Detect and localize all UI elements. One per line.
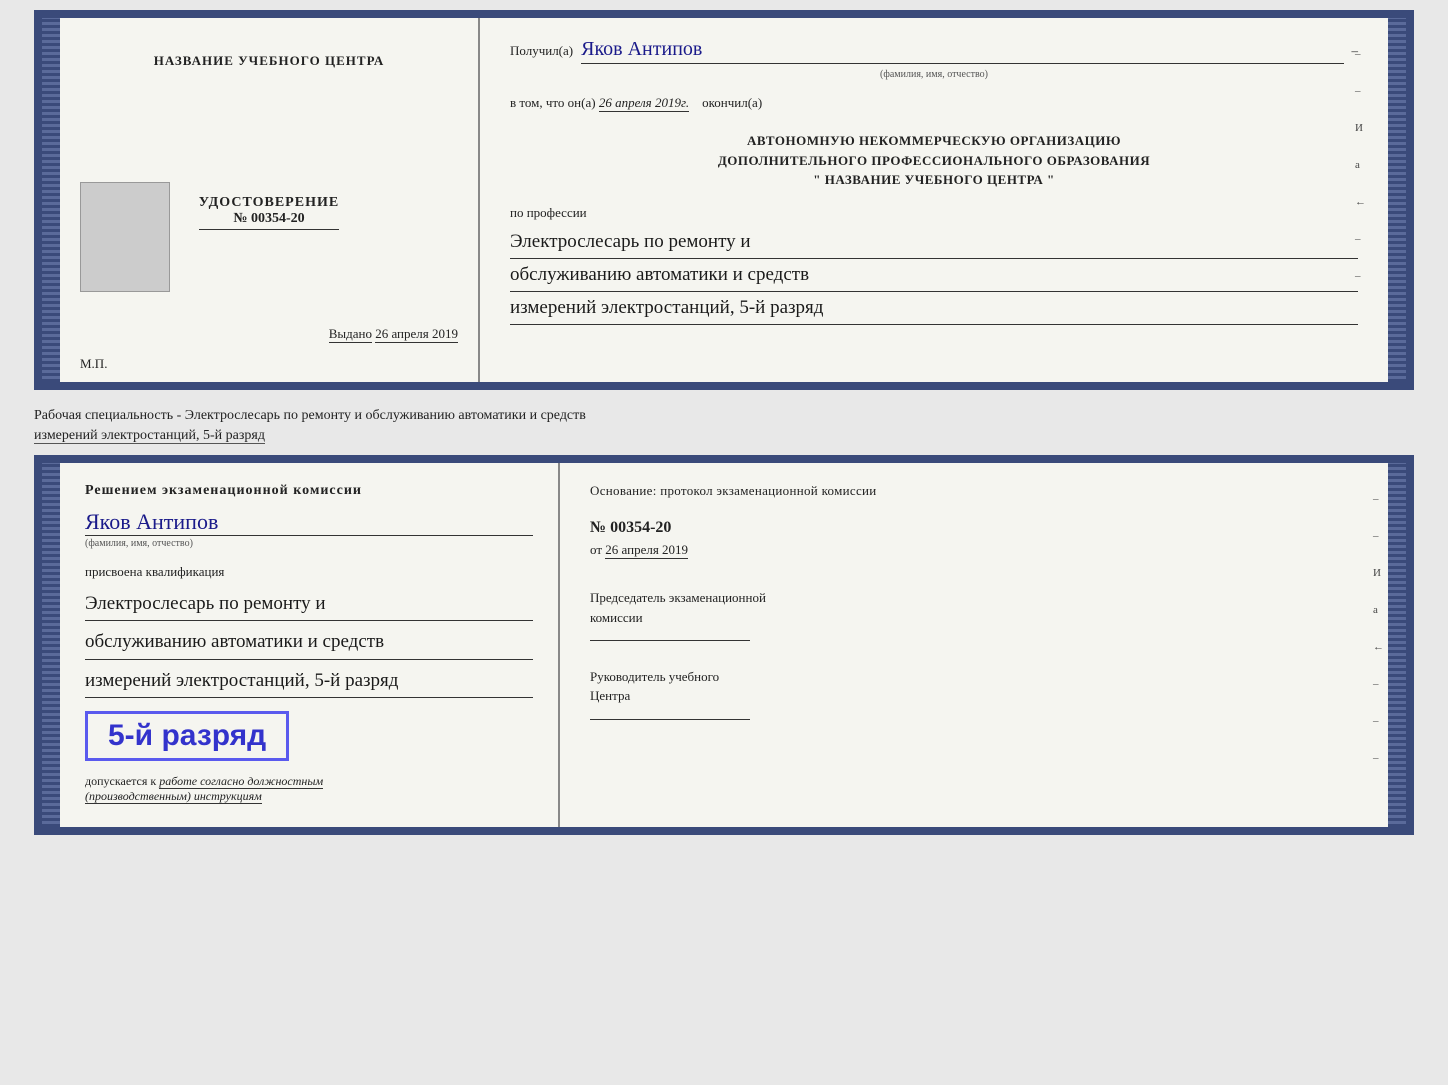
bottom-left-page: Решением экзаменационной комиссии Яков А… bbox=[60, 463, 560, 827]
profession-line2: обслуживанию автоматики и средств bbox=[510, 259, 1358, 292]
udostoverenie-number: № 00354-20 bbox=[199, 211, 339, 230]
recipient-line: Получил(а) Яков Антипов – bbox=[510, 38, 1358, 64]
head-subtitle: Центра bbox=[590, 686, 1358, 706]
fio-hint: (фамилия, имя, отчество) bbox=[510, 69, 1358, 80]
bottom-book: Решением экзаменационной комиссии Яков А… bbox=[34, 455, 1414, 835]
date-prefix: от bbox=[590, 542, 602, 557]
date-suffix: окончил(а) bbox=[702, 95, 762, 110]
udostoverenie-title: УДОСТОВЕРЕНИЕ bbox=[199, 195, 339, 211]
head-signature-line bbox=[590, 719, 750, 720]
bottom-spine-left bbox=[42, 463, 60, 827]
specialty-main: Рабочая специальность - Электрослесарь п… bbox=[34, 408, 586, 423]
profession-line3: измерений электростанций, 5-й разряд bbox=[510, 292, 1358, 325]
org-line3: " НАЗВАНИЕ УЧЕБНОГО ЦЕНТРА " bbox=[510, 170, 1358, 190]
cert-spine-left bbox=[42, 18, 60, 382]
decision-text: Решением экзаменационной комиссии bbox=[85, 483, 533, 499]
vydano-label: Выдано bbox=[329, 326, 372, 343]
recipient-label: Получил(а) bbox=[510, 43, 573, 59]
chairman-block: Председатель экзаменационной комиссии bbox=[590, 588, 1358, 647]
certificate-book: НАЗВАНИЕ УЧЕБНОГО ЦЕНТРА УДОСТОВЕРЕНИЕ №… bbox=[34, 10, 1414, 390]
protocol-date: от 26 апреля 2019 bbox=[590, 542, 1358, 558]
qualification-line1: Электрослесарь по ремонту и bbox=[85, 588, 533, 621]
person-name: Яков Антипов bbox=[85, 509, 533, 536]
profession-line1: Электрослесарь по ремонту и bbox=[510, 226, 1358, 259]
cert-vydano: Выдано 26 апреля 2019 bbox=[329, 326, 458, 342]
bottom-spine-right bbox=[1388, 463, 1406, 827]
cert-udostoverenie: УДОСТОВЕРЕНИЕ № 00354-20 bbox=[199, 195, 339, 230]
qualification-line3: измерений электростанций, 5-й разряд bbox=[85, 665, 533, 698]
specialty-secondary: измерений электростанций, 5-й разряд bbox=[34, 428, 265, 444]
допускается-main: работе согласно должностным bbox=[159, 774, 323, 789]
cert-date-line: в том, что он(а) 26 апреля 2019г. окончи… bbox=[510, 95, 1358, 111]
protocol-number: № 00354-20 bbox=[590, 519, 1358, 537]
side-marks: – – И а ← – – bbox=[1355, 48, 1366, 282]
chairman-signature-line bbox=[590, 640, 750, 641]
chairman-subtitle: комиссии bbox=[590, 608, 1358, 628]
date-value: 26 апреля 2019г. bbox=[599, 95, 689, 112]
допускается-prefix: допускается к bbox=[85, 774, 156, 788]
head-block: Руководитель учебного Центра bbox=[590, 667, 1358, 726]
cert-spine-right bbox=[1388, 18, 1406, 382]
razryad-badge: 5-й разряд bbox=[85, 711, 289, 761]
recipient-name: Яков Антипов bbox=[581, 38, 1343, 64]
bottom-side-marks: – – И а ← – – – bbox=[1373, 493, 1384, 764]
document-container: НАЗВАНИЕ УЧЕБНОГО ЦЕНТРА УДОСТОВЕРЕНИЕ №… bbox=[34, 10, 1414, 835]
osnovaniye-text: Основание: протокол экзаменационной коми… bbox=[590, 483, 1358, 499]
profession-label: по профессии bbox=[510, 205, 1358, 221]
specialty-text: Рабочая специальность - Электрослесарь п… bbox=[34, 398, 1414, 447]
bottom-right-page: Основание: протокол экзаменационной коми… bbox=[560, 463, 1388, 827]
cert-left-page: НАЗВАНИЕ УЧЕБНОГО ЦЕНТРА УДОСТОВЕРЕНИЕ №… bbox=[60, 18, 480, 382]
инструкциям: (производственным) инструкциям bbox=[85, 789, 262, 804]
date-prefix: в том, что он(а) bbox=[510, 95, 596, 110]
vydano-date: 26 апреля 2019 bbox=[375, 326, 458, 343]
date-value: 26 апреля 2019 bbox=[605, 542, 688, 559]
chairman-title: Председатель экзаменационной bbox=[590, 588, 1358, 608]
training-center-label: НАЗВАНИЕ УЧЕБНОГО ЦЕНТРА bbox=[154, 53, 385, 69]
qualification-label: присвоена квалификация bbox=[85, 564, 533, 580]
photo-placeholder bbox=[80, 182, 170, 292]
mp-label: М.П. bbox=[80, 356, 107, 372]
org-line2: ДОПОЛНИТЕЛЬНОГО ПРОФЕССИОНАЛЬНОГО ОБРАЗО… bbox=[510, 151, 1358, 171]
qualification-line2: обслуживанию автоматики и средств bbox=[85, 626, 533, 659]
fio-hint2: (фамилия, имя, отчество) bbox=[85, 538, 533, 549]
org-line1: АВТОНОМНУЮ НЕКОММЕРЧЕСКУЮ ОРГАНИЗАЦИЮ bbox=[510, 131, 1358, 151]
cert-main-text: АВТОНОМНУЮ НЕКОММЕРЧЕСКУЮ ОРГАНИЗАЦИЮ ДО… bbox=[510, 131, 1358, 190]
head-title: Руководитель учебного bbox=[590, 667, 1358, 687]
допускается-text: допускается к работе согласно должностны… bbox=[85, 774, 533, 804]
cert-right-page: Получил(а) Яков Антипов – (фамилия, имя,… bbox=[480, 18, 1388, 382]
